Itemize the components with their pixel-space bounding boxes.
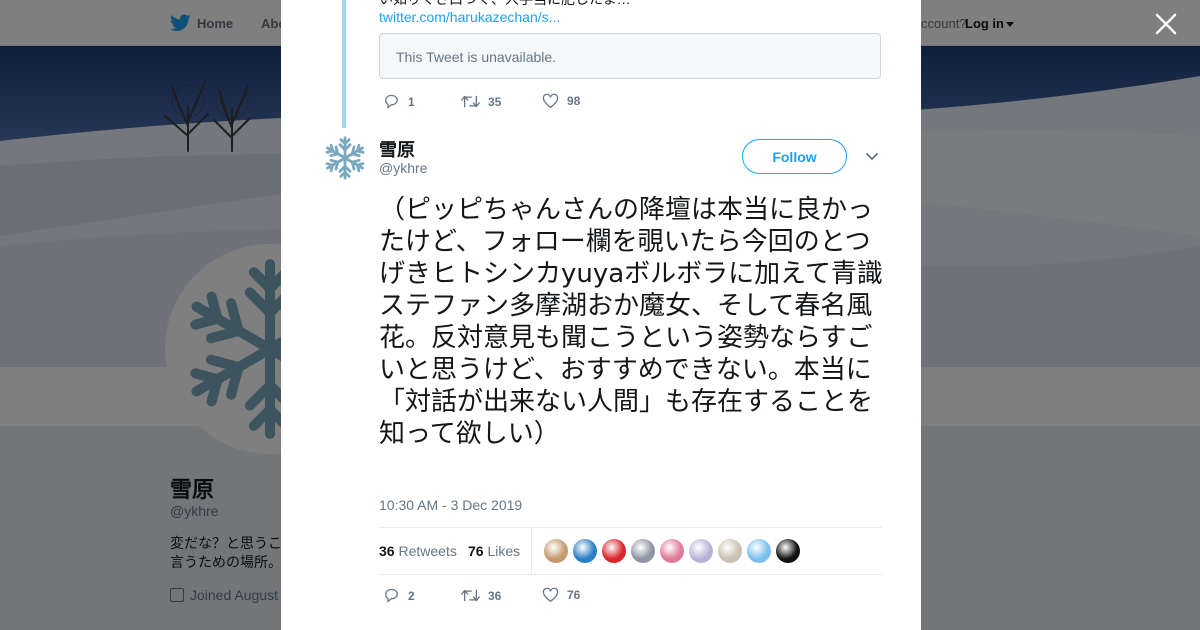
liker-avatar[interactable] (631, 539, 655, 563)
previous-reply-button[interactable]: 1 (383, 93, 415, 110)
previous-retweet-button[interactable]: 35 (461, 93, 501, 110)
previous-like-count: 98 (567, 94, 581, 108)
retweets-stat[interactable]: 36 Retweets (379, 543, 457, 559)
retweet-icon (461, 589, 480, 602)
follow-button[interactable]: Follow (742, 139, 847, 174)
like-button[interactable]: 76 (542, 587, 580, 603)
unavailable-text: This Tweet is unavailable. (396, 49, 557, 65)
liker-avatar[interactable] (689, 539, 713, 563)
likes-stat-label: Likes (487, 543, 521, 559)
like-count: 76 (567, 588, 581, 602)
tweet-stats-bar: 36 Retweets 76 Likes (379, 527, 882, 575)
chevron-down-icon[interactable] (864, 150, 880, 164)
previous-tweet-link[interactable]: twitter.com/harukazechan/s... (379, 9, 560, 25)
retweet-button[interactable]: 36 (461, 587, 501, 604)
close-icon[interactable] (1152, 10, 1180, 38)
previous-tweet-text: い如りくさ口つく、人手当に肥したま… (379, 0, 631, 9)
liker-avatar[interactable] (573, 539, 597, 563)
tweet-text: （ピッピちゃんさんの降壇は本当に良かったけど、フォロー欄を覗いたら今回のとつげき… (379, 195, 883, 449)
retweets-stat-count: 36 (379, 543, 395, 559)
reply-button[interactable]: 2 (383, 587, 415, 604)
thread-connector-line (342, 0, 346, 128)
retweet-icon (461, 95, 480, 108)
reply-icon (385, 588, 398, 603)
heart-icon (542, 587, 559, 603)
tweet-author-avatar[interactable] (322, 134, 368, 182)
liker-avatar[interactable] (602, 539, 626, 563)
previous-like-button[interactable]: 98 (542, 93, 580, 109)
reply-icon (385, 94, 398, 109)
previous-retweet-count: 35 (488, 94, 502, 109)
tweet-author-handle[interactable]: @ykhre (379, 160, 427, 176)
liker-avatar[interactable] (747, 539, 771, 563)
retweets-stat-label: Retweets (398, 543, 457, 559)
reply-count: 2 (408, 588, 415, 603)
previous-reply-count: 1 (408, 94, 415, 109)
likers-avatar-list (544, 539, 805, 563)
tweet-author-name[interactable]: 雪原 (379, 136, 415, 162)
tweet-timestamp[interactable]: 10:30 AM - 3 Dec 2019 (379, 497, 522, 513)
quoted-tweet-unavailable: This Tweet is unavailable. (379, 33, 881, 79)
stats-divider (531, 528, 532, 574)
liker-avatar[interactable] (660, 539, 684, 563)
retweet-count: 36 (488, 588, 502, 603)
liker-avatar[interactable] (544, 539, 568, 563)
heart-icon (542, 93, 559, 109)
likes-stat[interactable]: 76 Likes (468, 543, 520, 559)
liker-avatar[interactable] (718, 539, 742, 563)
likes-stat-count: 76 (468, 543, 484, 559)
liker-avatar[interactable] (776, 539, 800, 563)
